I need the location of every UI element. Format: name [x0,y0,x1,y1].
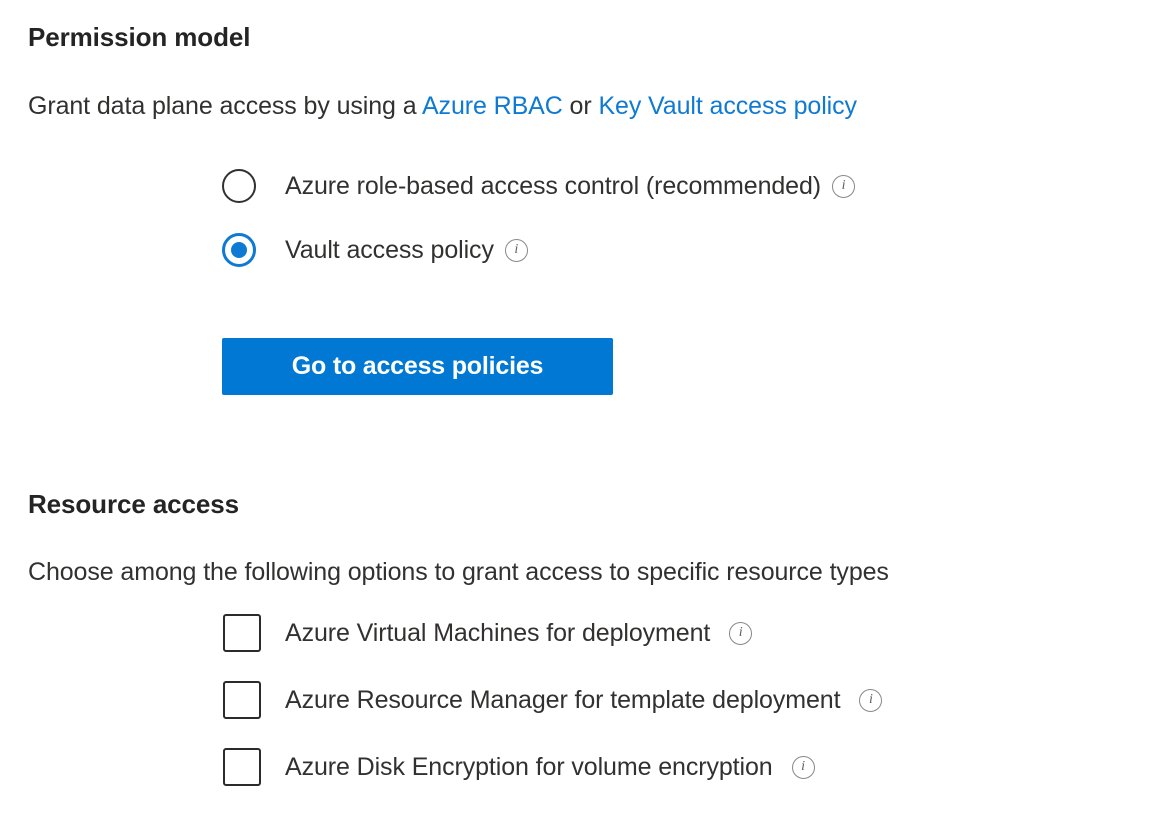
checkbox-label-azure-disk-encryption: Azure Disk Encryption for volume encrypt… [285,753,773,782]
resource-access-heading: Resource access [28,489,239,520]
checkbox-label-azure-resource-manager: Azure Resource Manager for template depl… [285,686,840,715]
permission-model-description-middle: or [563,92,599,120]
permission-model-heading: Permission model [28,22,250,53]
resource-access-description: Choose among the following options to gr… [28,558,889,587]
radio-label-azure-rbac: Azure role-based access control (recomme… [285,172,821,201]
radio-option-vault-access-policy[interactable]: Vault access policy i [222,228,528,272]
checkbox-option-azure-resource-manager[interactable]: Azure Resource Manager for template depl… [223,678,882,722]
info-icon-azure-resource-manager[interactable]: i [859,689,882,712]
checkbox-option-azure-disk-encryption[interactable]: Azure Disk Encryption for volume encrypt… [223,745,815,789]
azure-rbac-link[interactable]: Azure RBAC [422,92,563,120]
checkbox-label-azure-virtual-machines: Azure Virtual Machines for deployment [285,619,710,648]
info-icon-azure-rbac[interactable]: i [832,175,855,198]
info-icon-vault-access-policy[interactable]: i [505,239,528,262]
info-icon-azure-virtual-machines[interactable]: i [729,622,752,645]
permission-model-description: Grant data plane access by using a Azure… [28,92,857,121]
permission-model-description-prefix: Grant data plane access by using a [28,92,422,120]
info-icon-azure-disk-encryption[interactable]: i [792,756,815,779]
radio-option-azure-rbac[interactable]: Azure role-based access control (recomme… [222,164,855,208]
key-vault-access-policy-link[interactable]: Key Vault access policy [598,92,856,120]
radio-vault-access-policy[interactable] [222,233,256,267]
checkbox-option-azure-virtual-machines[interactable]: Azure Virtual Machines for deployment i [223,611,752,655]
checkbox-azure-disk-encryption[interactable] [223,748,261,786]
checkbox-azure-resource-manager[interactable] [223,681,261,719]
permission-and-resource-access-panel: Permission model Grant data plane access… [0,0,1156,823]
checkbox-azure-virtual-machines[interactable] [223,614,261,652]
radio-label-vault-access-policy: Vault access policy [285,236,494,265]
go-to-access-policies-button[interactable]: Go to access policies [222,338,613,395]
radio-dot-selected [231,242,247,258]
radio-azure-rbac[interactable] [222,169,256,203]
